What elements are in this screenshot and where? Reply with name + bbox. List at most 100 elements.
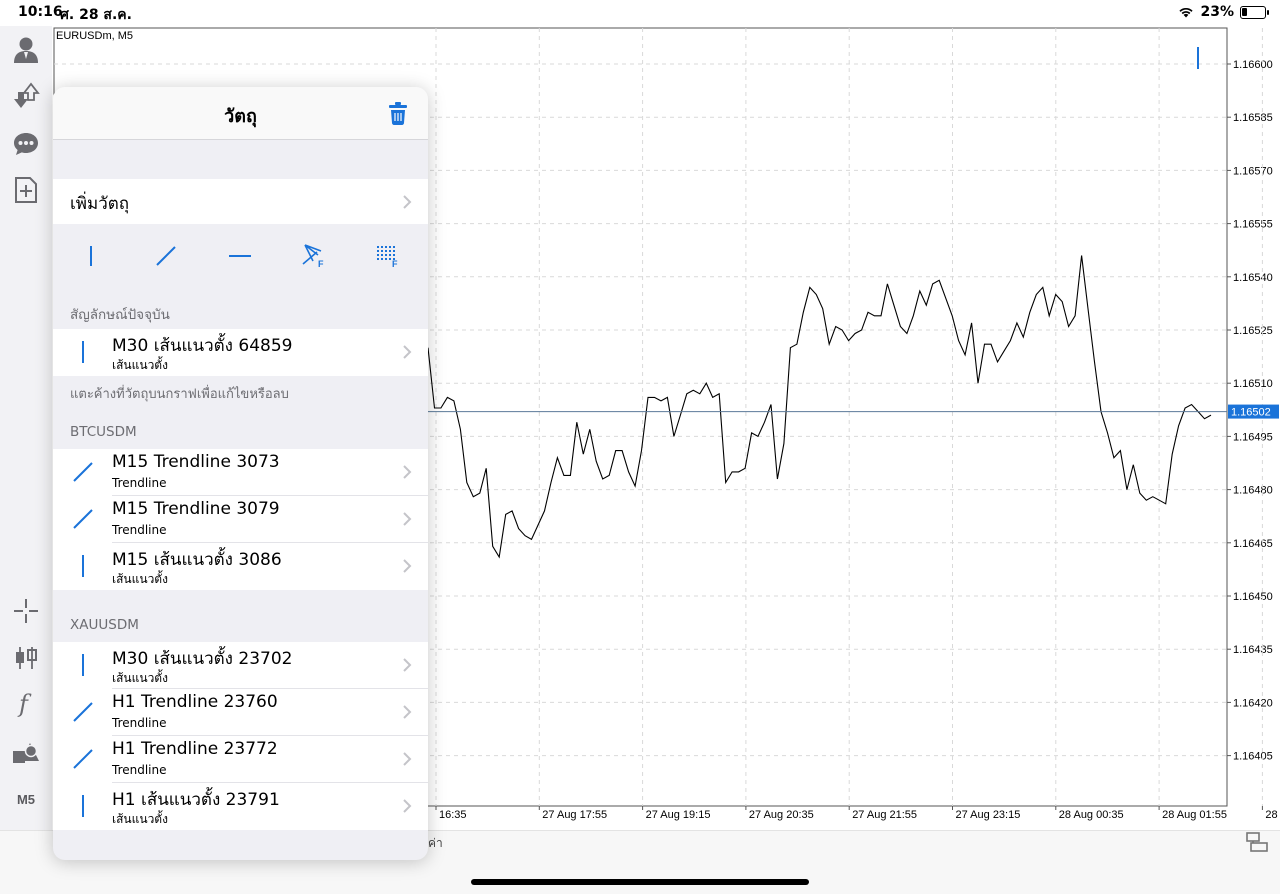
- current-symbol-header: สัญลักษณ์ปัจจุบัน: [70, 307, 170, 323]
- battery-percent: 23%: [1200, 4, 1234, 20]
- chart-type-icon[interactable]: [8, 640, 44, 676]
- x-tick-label: 27 Aug 17:55: [542, 809, 607, 821]
- y-tick-label: 1.16600: [1233, 59, 1273, 71]
- vertical-line-icon: [82, 795, 84, 817]
- account-icon[interactable]: [8, 32, 44, 68]
- left-toolbar: f M5: [0, 26, 52, 860]
- chevron-right-icon: [403, 465, 412, 479]
- trendline-icon: [156, 246, 176, 266]
- add-object-label: เพิ่มวัตถุ: [70, 194, 130, 214]
- panel-header: วัตถุ: [53, 87, 428, 140]
- chart-symbol-label: EURUSDm, M5: [56, 30, 134, 42]
- objects-panel: วัตถุ เพิ่มวัตถุ F F สัญลักษณ์ปัจจุบัน M…: [53, 87, 428, 860]
- object-list-item[interactable]: M30 เส้นแนวตั้ง 64859 เส้นแนวตั้ง: [53, 329, 428, 376]
- new-order-icon[interactable]: [8, 172, 44, 208]
- horizontal-line-button[interactable]: [222, 240, 258, 272]
- price-series-line: [427, 255, 1212, 559]
- object-list-item[interactable]: H1 เส้นแนวตั้ง 23791 เส้นแนวตั้ง: [53, 783, 428, 830]
- chevron-right-icon: [403, 512, 412, 526]
- trendline-button[interactable]: [148, 240, 184, 272]
- horizontal-line-icon: [229, 255, 251, 257]
- x-tick-label: 16:35: [439, 809, 467, 821]
- object-type: เส้นแนวตั้ง: [112, 812, 168, 826]
- object-title: M15 Trendline 3073: [112, 452, 280, 472]
- object-list-item[interactable]: H1 Trendline 23772 Trendline: [53, 736, 428, 783]
- y-tick-label: 1.16510: [1233, 378, 1273, 390]
- wifi-icon: [1179, 7, 1194, 18]
- chat-icon[interactable]: [8, 126, 44, 162]
- object-type: เส้นแนวตั้ง: [112, 671, 168, 685]
- fibonacci-grid-icon: F: [377, 246, 398, 269]
- timeframe-label: M5: [16, 791, 36, 807]
- chevron-right-icon: [403, 658, 412, 672]
- fibonacci-grid-button[interactable]: F: [371, 240, 407, 272]
- object-type: เส้นแนวตั้ง: [112, 358, 168, 372]
- trendline-icon: [73, 749, 93, 769]
- object-list-item[interactable]: H1 Trendline 23760 Trendline: [53, 689, 428, 736]
- object-list-item[interactable]: M15 เส้นแนวตั้ง 3086 เส้นแนวตั้ง: [53, 543, 428, 590]
- objects-icon[interactable]: [8, 734, 44, 770]
- object-type: Trendline: [112, 523, 167, 537]
- status-time: 10:16: [18, 4, 63, 20]
- bottom-tab-fragment[interactable]: ค่า: [428, 834, 443, 853]
- object-list-item[interactable]: M15 Trendline 3079 Trendline: [53, 496, 428, 543]
- home-indicator[interactable]: [471, 879, 809, 885]
- y-tick-label: 1.16465: [1233, 538, 1273, 550]
- timeframe-button[interactable]: M5: [8, 781, 44, 817]
- svg-text:f: f: [17, 690, 32, 718]
- x-tick-label: 27 Aug 20:35: [749, 809, 814, 821]
- y-tick-label: 1.16570: [1233, 165, 1273, 177]
- svg-text:F: F: [392, 259, 398, 269]
- x-tick-label: 28 Aug 01:55: [1162, 809, 1227, 821]
- y-tick-label: 1.16420: [1233, 697, 1273, 709]
- svg-text:F: F: [318, 259, 324, 269]
- vertical-line-button[interactable]: [73, 240, 109, 272]
- trendline-icon: [73, 462, 93, 482]
- vertical-line-icon: [82, 654, 84, 676]
- edit-hint: แตะค้างที่วัตถุบนกราฟเพื่อแก้ไขหรือลบ: [70, 387, 289, 402]
- y-tick-label: 1.16585: [1233, 112, 1273, 124]
- panel-title: วัตถุ: [224, 106, 257, 127]
- y-tick-label: 1.16555: [1233, 219, 1273, 231]
- object-title: H1 เส้นแนวตั้ง 23791: [112, 790, 280, 810]
- y-tick-label: 1.16405: [1233, 751, 1273, 763]
- crosshair-icon[interactable]: [8, 593, 44, 629]
- window-layout-icon[interactable]: [1246, 832, 1268, 856]
- status-indicators: 23%: [1178, 4, 1269, 20]
- chevron-right-icon: [403, 752, 412, 766]
- trendline-icon: [73, 702, 93, 722]
- y-tick-label: 1.16450: [1233, 591, 1273, 603]
- status-date: ศ. 28 ส.ค.: [60, 7, 132, 23]
- delete-all-button[interactable]: [388, 101, 410, 125]
- object-type: Trendline: [112, 763, 167, 777]
- x-tick-label: 28 Aug 00:35: [1059, 809, 1124, 821]
- chevron-right-icon: [403, 799, 412, 813]
- chevron-right-icon: [403, 705, 412, 719]
- x-tick-label: 27 Aug 21:55: [852, 809, 917, 821]
- y-tick-label: 1.16480: [1233, 485, 1273, 497]
- object-title: H1 Trendline 23760: [112, 692, 278, 712]
- chevron-right-icon: [403, 345, 412, 359]
- group-header-xauusdm: XAUUSDM: [70, 617, 139, 633]
- fibonacci-fan-button[interactable]: F: [297, 240, 333, 272]
- object-title: M15 เส้นแนวตั้ง 3086: [112, 550, 282, 570]
- object-title: M30 เส้นแนวตั้ง 64859: [112, 336, 293, 356]
- trendline-icon: [73, 509, 93, 529]
- fibonacci-fan-icon: F: [302, 244, 324, 269]
- y-tick-label: 1.16435: [1233, 644, 1273, 656]
- group-header-btcusdm: BTCUSDM: [70, 424, 137, 440]
- current-price-label: 1.16502: [1231, 407, 1271, 419]
- object-list-item[interactable]: M30 เส้นแนวตั้ง 23702 เส้นแนวตั้ง: [53, 642, 428, 689]
- y-tick-label: 1.16540: [1233, 272, 1273, 284]
- object-list-item[interactable]: M15 Trendline 3073 Trendline: [53, 449, 428, 496]
- vertical-line-icon: [82, 555, 84, 577]
- x-tick-label: 28 Aug 03:1: [1265, 809, 1280, 821]
- object-title: M15 Trendline 3079: [112, 499, 280, 519]
- y-tick-label: 1.16495: [1233, 431, 1273, 443]
- object-title: H1 Trendline 23772: [112, 739, 278, 759]
- x-tick-label: 27 Aug 23:15: [956, 809, 1021, 821]
- shape-toolbar: F F: [53, 224, 428, 288]
- add-object-row[interactable]: เพิ่มวัตถุ: [53, 179, 428, 224]
- indicators-icon[interactable]: f: [8, 686, 44, 722]
- trade-icon[interactable]: [8, 78, 44, 114]
